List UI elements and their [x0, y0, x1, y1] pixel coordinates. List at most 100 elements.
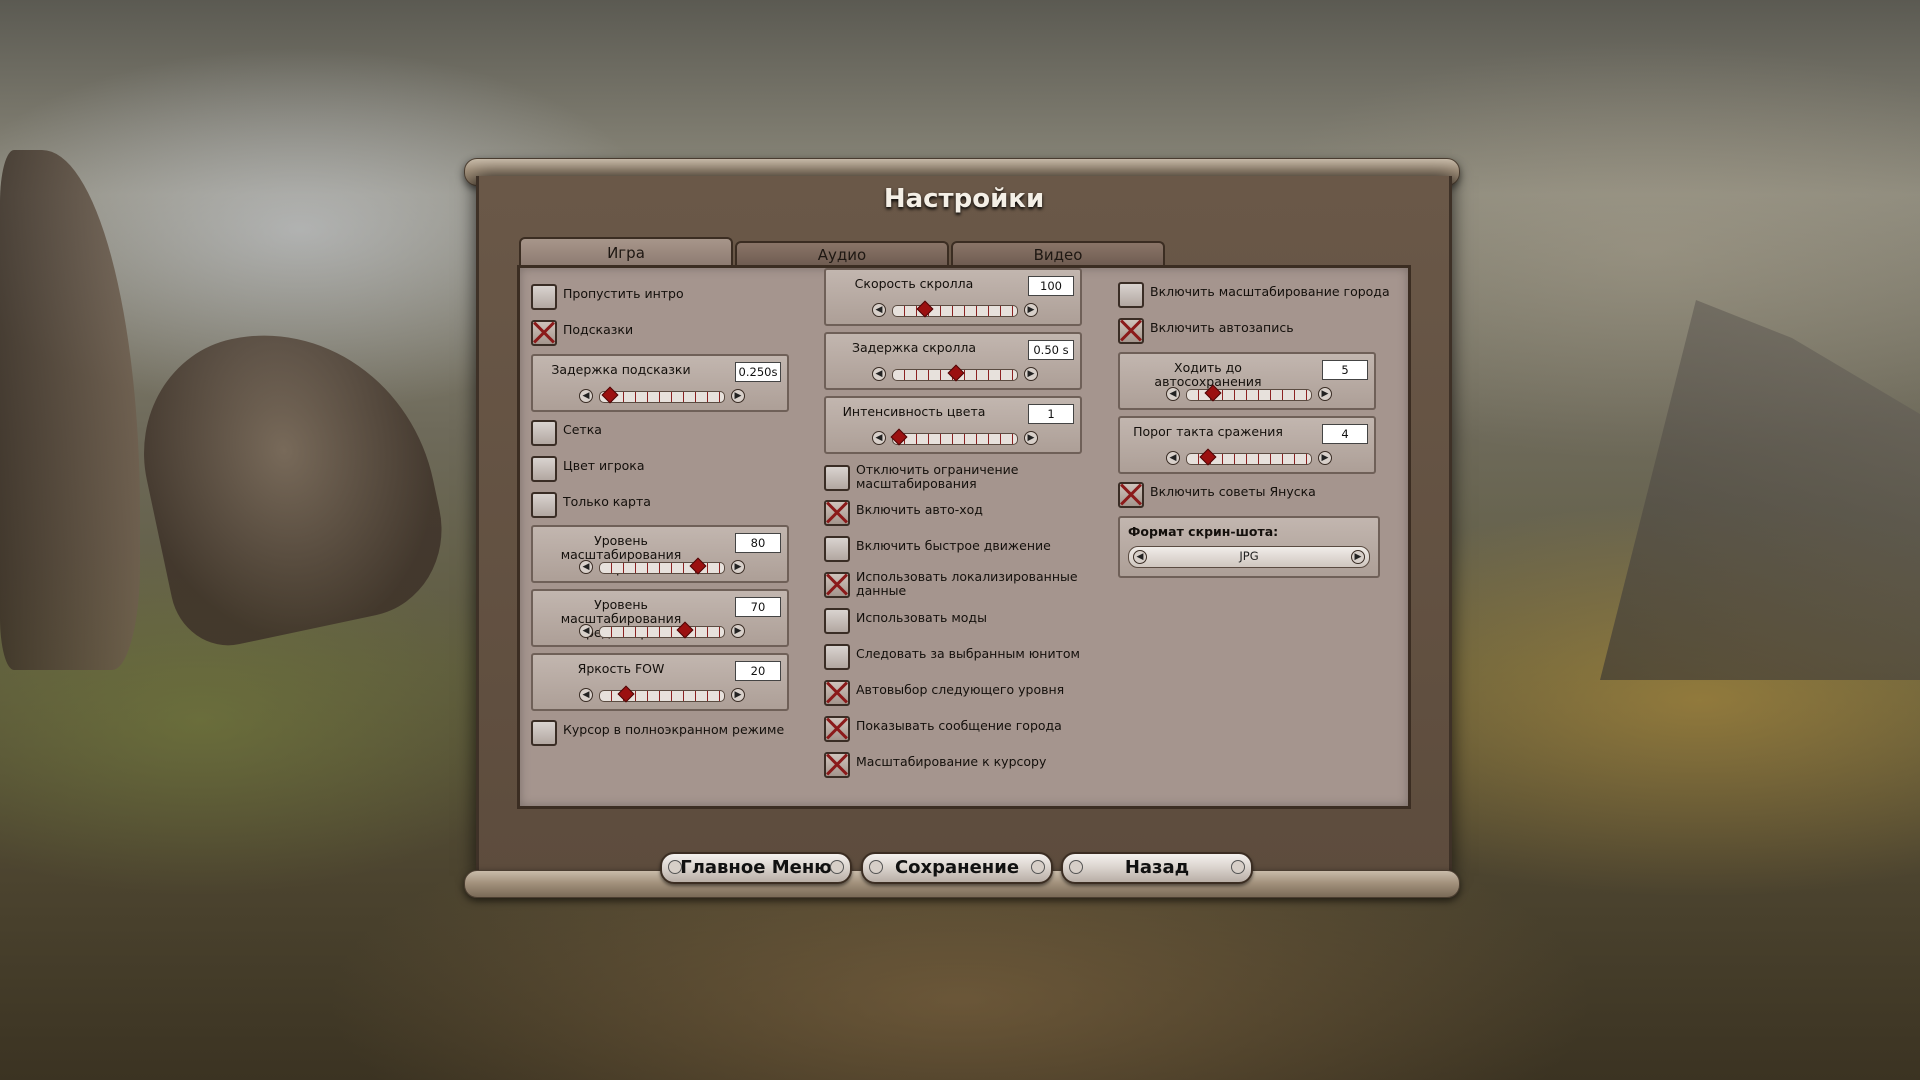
slider-thumb[interactable]	[916, 300, 934, 318]
slider-label: Ходить до автосохранения	[1154, 360, 1262, 389]
slider-value-field[interactable]: 0.250s	[735, 362, 781, 382]
arrow-left-icon[interactable]: ◀	[579, 624, 593, 638]
slider-thumb[interactable]	[890, 428, 908, 446]
checkbox[interactable]	[531, 492, 557, 518]
slider-label: Порог такта сражения	[1133, 424, 1283, 439]
option-fast-move[interactable]: Включить быстрое движение	[824, 534, 1102, 564]
option-label: Курсор в полноэкранном режиме	[563, 722, 785, 737]
option-player-color[interactable]: Цвет игрока	[531, 454, 809, 484]
slider-value-field[interactable]: 4	[1322, 424, 1368, 444]
tab-audio[interactable]: Аудио	[735, 241, 949, 267]
option-janus-tips[interactable]: Включить советы Януска	[1118, 480, 1396, 510]
slider-thumb[interactable]	[601, 386, 619, 404]
arrow-right-icon[interactable]: ▶	[731, 624, 745, 638]
arrow-right-icon[interactable]: ▶	[731, 688, 745, 702]
option-skip-intro[interactable]: Пропустить интро	[531, 282, 809, 312]
settings-panel: Настройки Игра Аудио Видео Пропустить ин…	[476, 176, 1452, 876]
checkbox[interactable]	[531, 420, 557, 446]
option-auto-move[interactable]: Включить авто-ход	[824, 498, 1102, 528]
slider-track[interactable]	[599, 386, 725, 404]
slider-thumb[interactable]	[947, 364, 965, 382]
arrow-left-icon[interactable]: ◀	[872, 367, 886, 381]
arrow-left-icon[interactable]: ◀	[1166, 387, 1180, 401]
checkbox[interactable]	[531, 720, 557, 746]
arrow-right-icon[interactable]: ▶	[731, 560, 745, 574]
slider-label: Задержка подсказки	[551, 362, 691, 377]
checkbox[interactable]	[824, 572, 850, 598]
option-label: Автовыбор следующего уровня	[856, 682, 1065, 697]
option-fullscreen-cursor[interactable]: Курсор в полноэкранном режиме	[531, 718, 809, 748]
back-button[interactable]: Назад	[1061, 852, 1253, 884]
tab-video[interactable]: Видео	[951, 241, 1165, 267]
screenshot-format-selector[interactable]: ◀ JPG ▶	[1128, 546, 1370, 568]
option-grid[interactable]: Сетка	[531, 418, 809, 448]
checkbox[interactable]	[824, 608, 850, 634]
main-menu-button[interactable]: Главное Меню	[660, 852, 852, 884]
arrow-right-icon[interactable]: ▶	[1024, 367, 1038, 381]
option-label: Включить быстрое движение	[856, 538, 1051, 553]
slider-value-field[interactable]: 80	[735, 533, 781, 553]
checkbox[interactable]	[531, 320, 557, 346]
slider-hint-delay: Задержка подсказки 0.250s ◀ ▶	[531, 354, 789, 412]
checkbox[interactable]	[824, 500, 850, 526]
option-disable-zoom-limit[interactable]: Отключить ограничение масштабирования	[824, 463, 1102, 493]
slider-scroll-speed: Скорость скролла 100 ◀ ▶	[824, 268, 1082, 326]
arrow-right-icon[interactable]: ▶	[1024, 431, 1038, 445]
slider-value-field[interactable]: 20	[735, 661, 781, 681]
page-title: Настройки	[883, 184, 1045, 214]
arrow-right-icon[interactable]: ▶	[1318, 451, 1332, 465]
slider-value-field[interactable]: 100	[1028, 276, 1074, 296]
option-zoom-to-cursor[interactable]: Масштабирование к курсору	[824, 750, 1102, 780]
option-label: Включить советы Януска	[1150, 484, 1316, 499]
slider-track[interactable]	[1186, 448, 1312, 466]
arrow-left-icon[interactable]: ◀	[579, 688, 593, 702]
slider-battle-tick: Порог такта сражения 4 ◀ ▶	[1118, 416, 1376, 474]
slider-scroll-delay: Задержка скролла 0.50 s ◀ ▶	[824, 332, 1082, 390]
arrow-right-icon[interactable]: ▶	[1024, 303, 1038, 317]
slider-track[interactable]	[599, 557, 725, 575]
slider-track[interactable]	[599, 621, 725, 639]
checkbox[interactable]	[824, 716, 850, 742]
checkbox[interactable]	[531, 284, 557, 310]
option-autosave[interactable]: Включить автозапись	[1118, 316, 1396, 346]
option-city-zoom[interactable]: Включить масштабирование города	[1118, 280, 1396, 310]
arrow-right-icon[interactable]: ▶	[731, 389, 745, 403]
checkbox[interactable]	[824, 465, 850, 491]
slider-value-field[interactable]: 70	[735, 597, 781, 617]
option-city-message[interactable]: Показывать сообщение города	[824, 714, 1102, 744]
arrow-right-icon[interactable]: ▶	[1318, 387, 1332, 401]
option-follow-unit[interactable]: Следовать за выбранным юнитом	[824, 642, 1102, 672]
option-map-only[interactable]: Только карта	[531, 490, 809, 520]
arrow-left-icon[interactable]: ◀	[579, 560, 593, 574]
checkbox[interactable]	[1118, 318, 1144, 344]
checkbox[interactable]	[1118, 482, 1144, 508]
tab-game[interactable]: Игра	[519, 237, 733, 267]
arrow-left-icon[interactable]: ◀	[872, 431, 886, 445]
slider-track[interactable]	[599, 685, 725, 703]
checkbox[interactable]	[824, 536, 850, 562]
arrow-left-icon[interactable]: ◀	[872, 303, 886, 317]
option-hints[interactable]: Подсказки	[531, 318, 809, 348]
arrow-right-icon[interactable]: ▶	[1351, 550, 1365, 564]
slider-value-field[interactable]: 1	[1028, 404, 1074, 424]
slider-track[interactable]	[1186, 384, 1312, 402]
slider-color-intensity: Интенсивность цвета 1 ◀ ▶	[824, 396, 1082, 454]
checkbox[interactable]	[531, 456, 557, 482]
slider-value-field[interactable]: 5	[1322, 360, 1368, 380]
save-button[interactable]: Сохранение	[861, 852, 1053, 884]
arrow-left-icon[interactable]: ◀	[579, 389, 593, 403]
slider-value-field[interactable]: 0.50 s	[1028, 340, 1074, 360]
slider-track[interactable]	[892, 364, 1018, 382]
checkbox[interactable]	[824, 752, 850, 778]
slider-track[interactable]	[890, 428, 1018, 446]
checkbox[interactable]	[824, 680, 850, 706]
slider-thumb[interactable]	[1199, 448, 1217, 466]
option-use-mods[interactable]: Использовать моды	[824, 606, 1102, 636]
slider-track[interactable]	[892, 300, 1018, 318]
checkbox[interactable]	[1118, 282, 1144, 308]
arrow-left-icon[interactable]: ◀	[1166, 451, 1180, 465]
slider-thumb[interactable]	[617, 685, 635, 703]
option-auto-next-level[interactable]: Автовыбор следующего уровня	[824, 678, 1102, 708]
checkbox[interactable]	[824, 644, 850, 670]
option-localized-data[interactable]: Использовать локализированные данные	[824, 570, 1102, 600]
